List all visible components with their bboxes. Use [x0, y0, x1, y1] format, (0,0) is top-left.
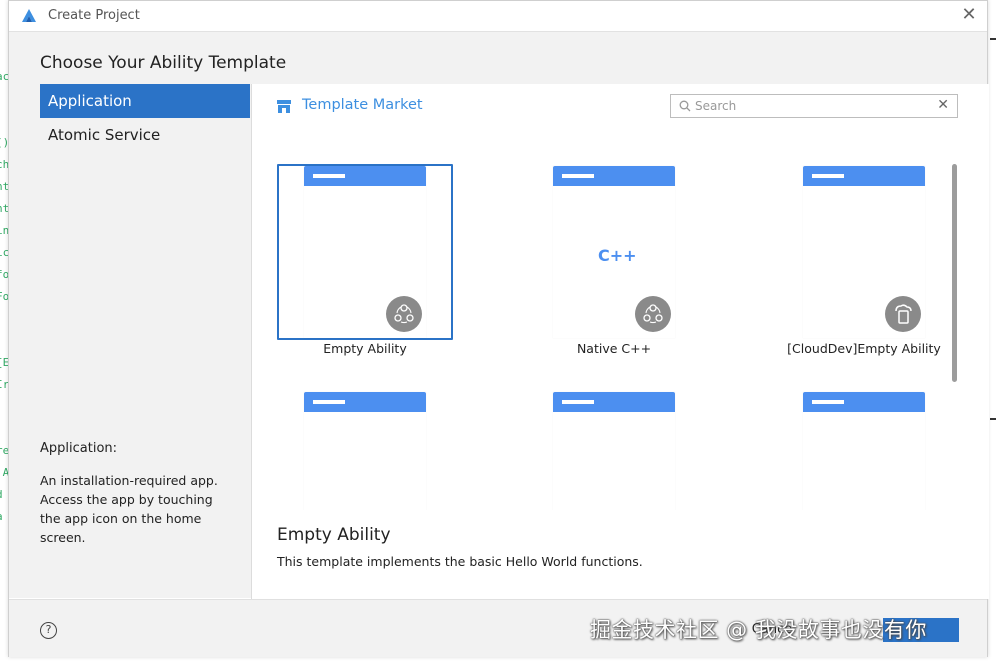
close-icon[interactable]: ✕: [961, 6, 977, 24]
template-card[interactable]: [526, 390, 702, 510]
three-circles-icon: [635, 296, 671, 332]
content-panel: Choose Your Ability Template Application…: [9, 31, 989, 599]
category-description-title: Application:: [40, 441, 118, 456]
template-thumbnail: [304, 166, 426, 338]
template-grid: Empty Ability C++ Native C++ [CloudDev]E…: [252, 134, 952, 510]
cloud-dev-icon: [885, 296, 921, 332]
sidebar-item-atomic-service[interactable]: Atomic Service: [40, 118, 250, 152]
store-icon: [277, 100, 291, 113]
window-title: Create Project: [48, 8, 140, 23]
template-thumbnail: [553, 392, 675, 510]
thumbnail-header: [803, 166, 925, 186]
help-icon[interactable]: ?: [40, 622, 57, 639]
title-bar: Create Project ✕: [9, 1, 987, 31]
template-grid-scrollbar[interactable]: [952, 164, 957, 382]
thumbnail-header: [304, 166, 426, 186]
template-market-link[interactable]: Template Market: [302, 97, 423, 113]
template-detail-description: This template implements the basic Hello…: [277, 554, 643, 569]
thumbnail-header: [803, 392, 925, 412]
category-description: An installation-required app. Access the…: [40, 473, 218, 545]
app-logo-icon: [22, 9, 36, 22]
template-category-sidebar: Application Atomic Service Application: …: [40, 84, 250, 599]
template-panel: Template Market ✕: [251, 84, 989, 599]
template-thumbnail: C++: [553, 166, 675, 338]
template-label: [CloudDev]Empty Ability: [787, 341, 941, 356]
thumbnail-header: [304, 392, 426, 412]
template-card[interactable]: [776, 390, 952, 510]
template-card-empty-ability[interactable]: Empty Ability: [277, 164, 453, 360]
template-card-clouddev-empty-ability[interactable]: [CloudDev]Empty Ability: [776, 164, 952, 360]
template-thumbnail: [803, 166, 925, 338]
thumbnail-header: [553, 392, 675, 412]
three-circles-icon: [386, 296, 422, 332]
template-detail-title: Empty Ability: [277, 525, 391, 545]
template-label: Empty Ability: [323, 341, 407, 356]
cpp-logo: C++: [598, 246, 637, 265]
template-card[interactable]: [277, 390, 453, 510]
create-project-dialog: Create Project ✕ Choose Your Ability Tem…: [8, 0, 989, 657]
template-label: Native C++: [576, 341, 652, 356]
sidebar-item-application[interactable]: Application: [40, 84, 250, 118]
search-icon: [679, 100, 691, 112]
page-title: Choose Your Ability Template: [40, 53, 287, 73]
search-box: ✕: [670, 94, 958, 118]
clear-search-icon[interactable]: ✕: [937, 97, 949, 113]
thumbnail-header: [553, 166, 675, 186]
watermark: 掘金技术社区 @ 我没故事也没有你: [590, 618, 927, 642]
template-thumbnail: [304, 392, 426, 510]
template-thumbnail: [803, 392, 925, 510]
template-card-native-cpp[interactable]: C++ Native C++: [526, 164, 702, 360]
search-input[interactable]: [695, 97, 930, 115]
